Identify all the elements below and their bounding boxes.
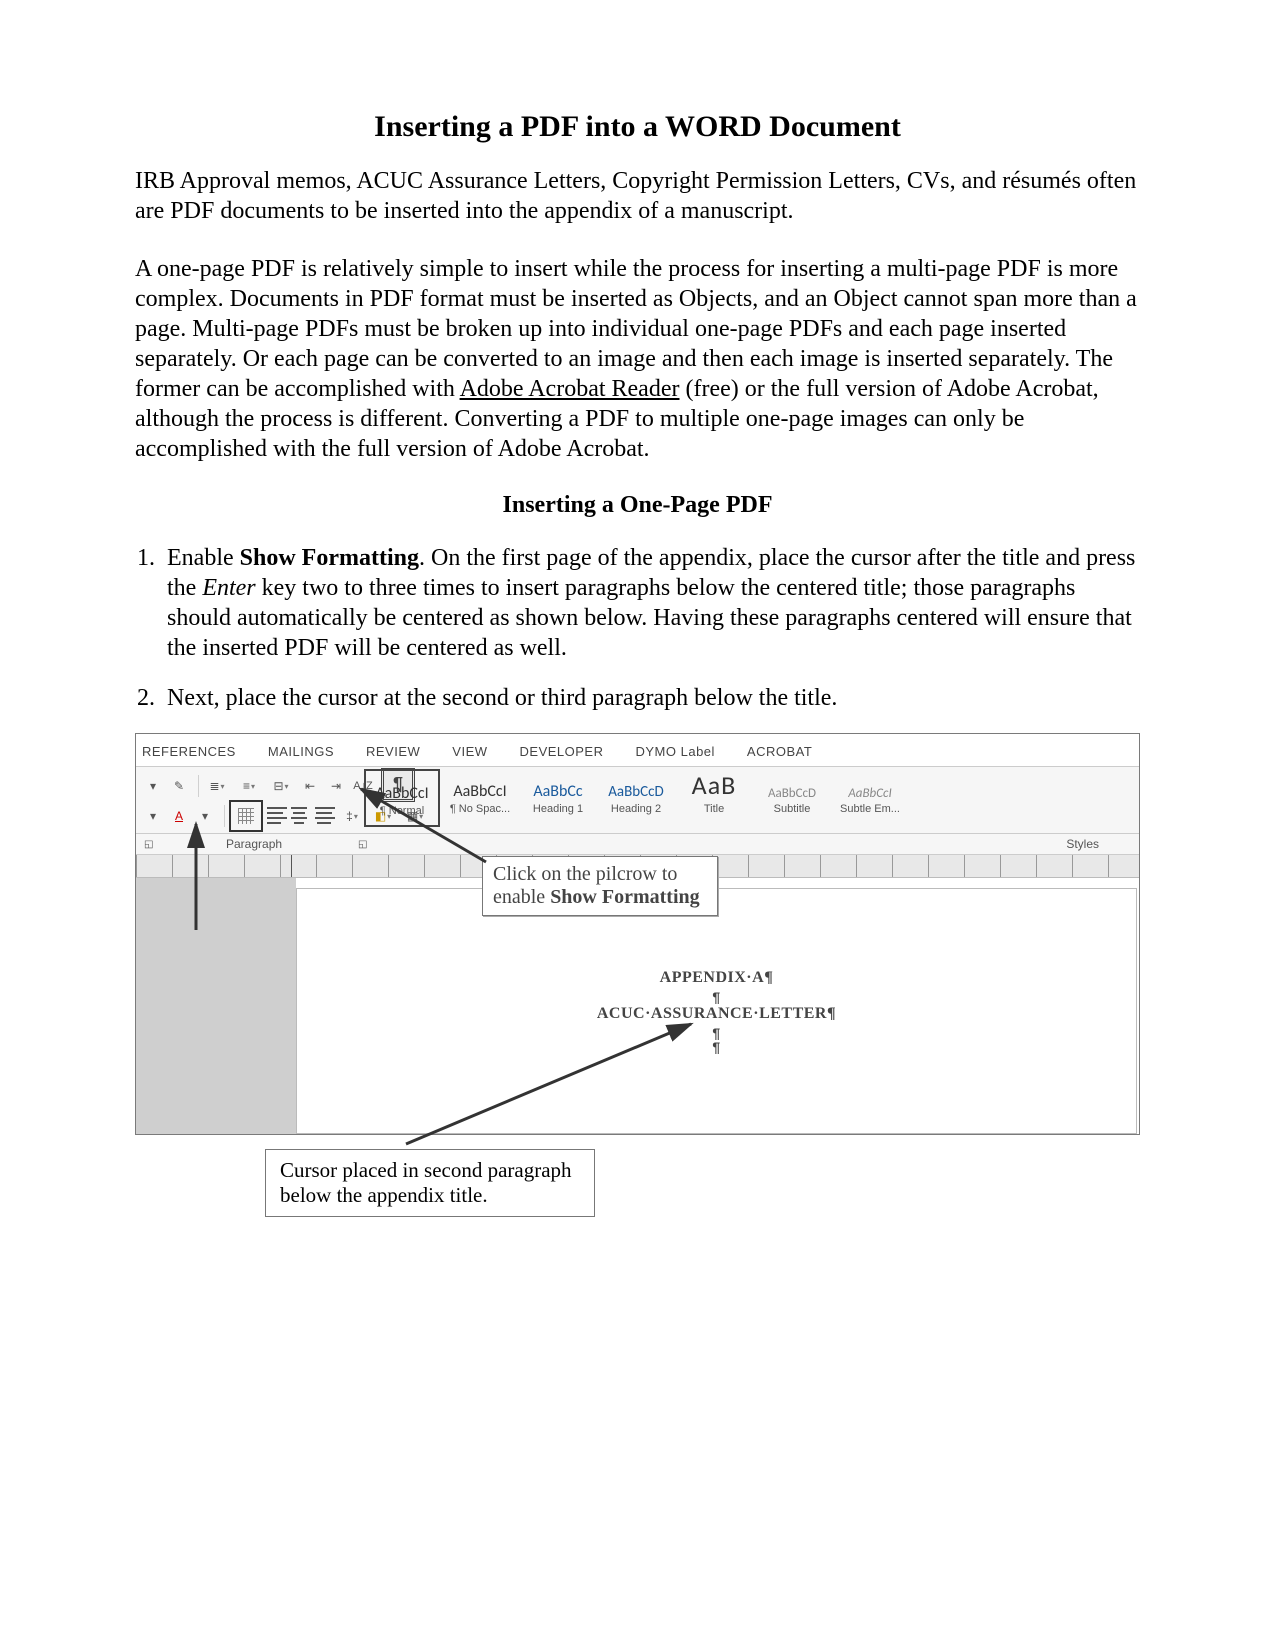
line-spacing-icon[interactable]: ‡ — [339, 805, 365, 827]
tab-dymo[interactable]: DYMO Label — [636, 744, 715, 759]
group-labels: ◱ Paragraph ◱ Styles — [136, 834, 1139, 855]
style--no-spac-[interactable]: AaBbCcI¶ No Spac... — [442, 769, 518, 825]
align-left-icon[interactable] — [267, 807, 287, 825]
styles-group-label: Styles — [1066, 837, 1099, 851]
clipboard-expand-icon[interactable]: ◱ — [144, 839, 153, 850]
paragraph-expand-icon[interactable]: ◱ — [358, 839, 367, 850]
doc-line-2: ¶ — [297, 989, 1136, 1005]
ribbon-tabs: REFERENCES MAILINGS REVIEW VIEW DEVELOPE… — [136, 734, 1139, 767]
style-subtitle[interactable]: AaBbCcDSubtitle — [754, 769, 830, 825]
callout-pilcrow: Click on the pilcrow to enable Show Form… — [482, 856, 718, 916]
below-callout-area: Cursor placed in second paragraph below … — [135, 1143, 1140, 1233]
tab-references[interactable]: REFERENCES — [142, 744, 236, 759]
doc-line-1: APPENDIX·A¶ — [297, 969, 1136, 987]
enter-key-term: Enter — [202, 575, 255, 601]
font-color-icon[interactable]: A — [168, 805, 190, 827]
document-page-sheet: APPENDIX·A¶ ¶ ACUC·ASSURANCE·LETTER¶ ¶ ¶ — [296, 888, 1137, 1134]
page-title: Inserting a PDF into a WORD Document — [135, 110, 1140, 144]
decrease-indent-icon[interactable]: ⇤ — [299, 775, 321, 797]
document-page: Inserting a PDF into a WORD Document IRB… — [0, 0, 1275, 1650]
increase-indent-icon[interactable]: ⇥ — [325, 775, 347, 797]
show-formatting-term: Show Formatting — [240, 545, 419, 571]
tab-acrobat[interactable]: ACROBAT — [747, 744, 812, 759]
format-painter-icon[interactable]: ✎ — [168, 775, 190, 797]
acrobat-reader-link[interactable]: Adobe Acrobat Reader — [460, 376, 680, 402]
dropdown3-icon[interactable]: ▾ — [194, 805, 216, 827]
doc-line-5: ¶ — [297, 1039, 1136, 1055]
align-center-icon[interactable] — [291, 807, 311, 825]
align-right-icon[interactable] — [315, 807, 335, 825]
callout-cursor: Cursor placed in second paragraph below … — [265, 1149, 595, 1217]
numbering-icon[interactable]: ≡ — [235, 775, 263, 797]
tab-developer[interactable]: DEVELOPER — [520, 744, 604, 759]
style-subtle-em-[interactable]: AaBbCcISubtle Em... — [832, 769, 908, 825]
ribbon-tools: ▾ ✎ ≣ ≡ ⊟ ⇤ ⇥ A↓Z ¶ ▾ A ▾ ‡ — [136, 767, 1139, 834]
ruler-margin-icon — [291, 855, 292, 877]
multilevel-icon[interactable]: ⊟ — [267, 775, 295, 797]
section-heading: Inserting a One-Page PDF — [135, 492, 1140, 519]
style--normal[interactable]: AaBbCcI¶ Normal — [364, 769, 440, 827]
intro-paragraph: IRB Approval memos, ACUC Assurance Lette… — [135, 166, 1140, 226]
document-area[interactable]: APPENDIX·A¶ ¶ ACUC·ASSURANCE·LETTER¶ ¶ ¶ — [136, 878, 1139, 1134]
style-title[interactable]: AaBTitle — [676, 769, 752, 825]
style-heading-1[interactable]: AaBbCcHeading 1 — [520, 769, 596, 825]
tab-mailings[interactable]: MAILINGS — [268, 744, 334, 759]
tab-review[interactable]: REVIEW — [366, 744, 420, 759]
doc-line-3: ACUC·ASSURANCE·LETTER¶ — [297, 1005, 1136, 1023]
borders-button[interactable] — [229, 800, 263, 832]
dropdown-icon[interactable]: ▾ — [142, 775, 164, 797]
step-2: Next, place the cursor at the second or … — [161, 683, 1140, 713]
word-screenshot: REFERENCES MAILINGS REVIEW VIEW DEVELOPE… — [135, 733, 1140, 1135]
step-1: Enable Show Formatting. On the first pag… — [161, 543, 1140, 663]
paragraph-group-label: Paragraph — [226, 837, 282, 851]
styles-gallery: AaBbCcI¶ NormalAaBbCcI¶ No Spac...AaBbCc… — [364, 769, 1139, 829]
bullets-icon[interactable]: ≣ — [203, 775, 231, 797]
tab-view[interactable]: VIEW — [452, 744, 487, 759]
dropdown2-icon[interactable]: ▾ — [142, 805, 164, 827]
style-heading-2[interactable]: AaBbCcDHeading 2 — [598, 769, 674, 825]
steps-list: Enable Show Formatting. On the first pag… — [135, 543, 1140, 713]
detail-paragraph: A one-page PDF is relatively simple to i… — [135, 254, 1140, 464]
